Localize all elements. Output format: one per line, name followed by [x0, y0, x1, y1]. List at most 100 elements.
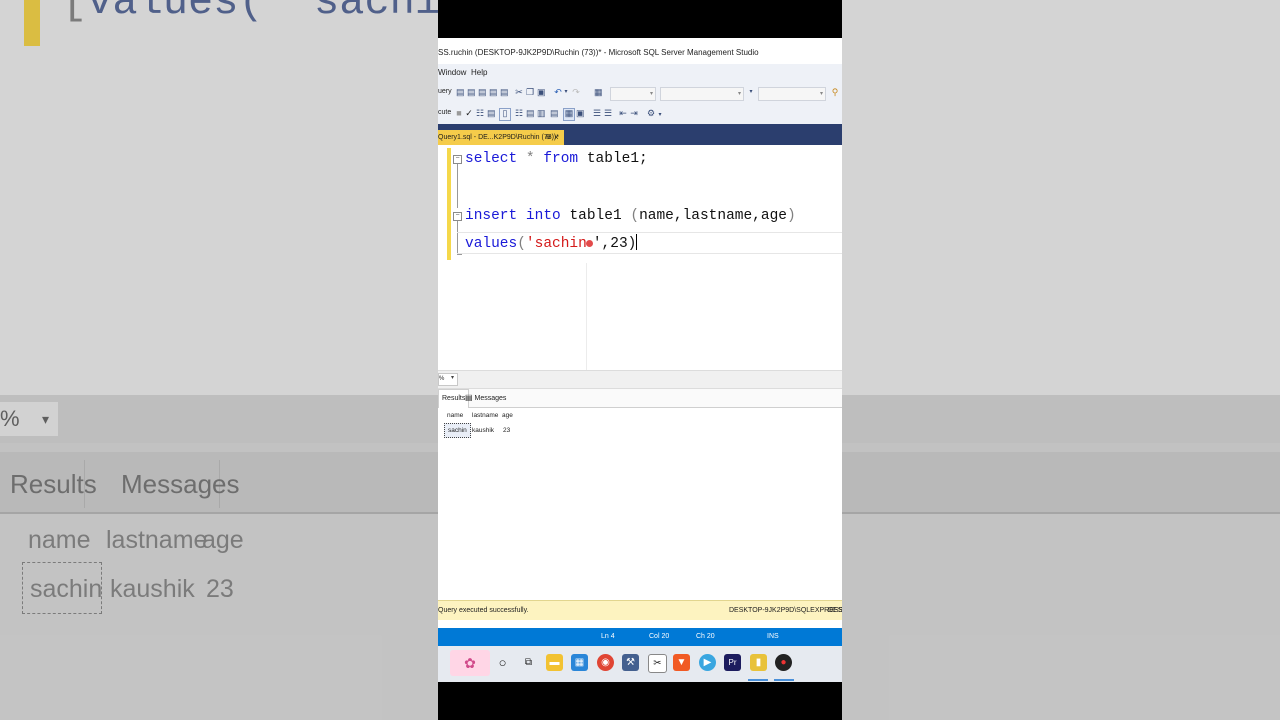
zoom-combo[interactable]: %	[438, 373, 458, 386]
find-combo[interactable]: ▾	[758, 87, 826, 101]
paren-open: (	[630, 208, 640, 224]
results-file-icon[interactable]: ▣	[576, 109, 585, 118]
zoom-dropdown-icon[interactable]: ▾	[451, 374, 454, 381]
collapse-icon[interactable]: −	[453, 212, 462, 221]
query-options-icon[interactable]: ▤	[487, 109, 496, 118]
client-stats-icon[interactable]: ▥	[537, 109, 546, 118]
undo-icon[interactable]: ↶	[554, 88, 562, 97]
column-header-name[interactable]: name	[447, 412, 463, 419]
line-number: Ln 4	[601, 633, 615, 640]
cell-age[interactable]: 23	[503, 427, 510, 434]
sticky-app-icon[interactable]: ▮	[750, 654, 767, 671]
status-extra: DESK	[828, 607, 842, 614]
pin-icon[interactable]: ⊕	[545, 130, 551, 145]
platform-combo[interactable]: ▾	[660, 87, 744, 101]
cell-name[interactable]: sachin	[448, 427, 467, 434]
toolbar-standard: uery ▤ ▤ ▤ ▤ ▤ ✂ ❐ ▣ ↶ ▾ ↷ ▦ ▾ ▾ ▾ ▾ ⚲	[438, 82, 842, 104]
new-query-icon[interactable]: ▤	[456, 88, 465, 97]
play-icon[interactable]: ▶	[699, 654, 716, 671]
undo-dropdown-icon[interactable]: ▾	[562, 88, 570, 97]
brave-icon[interactable]: ▼	[673, 654, 690, 671]
editor-position-bar: Ln 4 Col 20 Ch 20 INS	[438, 628, 842, 646]
solution-config-combo[interactable]: ▾	[610, 87, 656, 101]
menu-bar: Window Help	[438, 64, 842, 82]
increase-indent-icon[interactable]: ⇥	[630, 109, 638, 118]
screen-frame: SS.ruchin (DESKTOP-9JK2P9D\Ruchin (73))*…	[438, 0, 842, 720]
paren-close: )	[787, 208, 796, 224]
operator-star: *	[525, 151, 535, 167]
results-grid-icon[interactable]: ▦	[563, 108, 575, 121]
search-circle-icon[interactable]: ○	[494, 654, 511, 671]
uncomment-icon[interactable]: ☰	[604, 109, 612, 118]
code-line-4: values('sachin ',23)	[465, 234, 638, 254]
char-number: Ch 20	[696, 633, 715, 640]
snipping-tool-icon[interactable]: ✂	[648, 654, 667, 673]
new-query-label[interactable]: uery	[438, 88, 452, 95]
keyword-from: from	[543, 151, 579, 167]
estimated-plan-icon[interactable]: ☷	[476, 109, 484, 118]
redo-icon[interactable]: ↷	[572, 88, 580, 97]
cut-icon[interactable]: ✂	[515, 88, 523, 97]
results-text-icon[interactable]: ▤	[550, 109, 559, 118]
document-tabstrip: Query1.sql - DE...K2P9D\Ruchin (73))* ⊕ …	[438, 124, 842, 145]
collapse-icon[interactable]: −	[453, 155, 462, 164]
menu-help[interactable]: Help	[471, 68, 487, 77]
db-query-icon[interactable]: ▤	[467, 88, 476, 97]
toolbar-sql-editor: cute ■ ✓ ☷ ▤ ▯ ☷ ▤ ▥ ▤ ▦ ▣ ☰ ☰ ⇤ ⇥ ⚙ ▾	[438, 104, 842, 125]
title-bar: SS.ruchin (DESKTOP-9JK2P9D\Ruchin (73))*…	[438, 38, 842, 64]
cell-lastname[interactable]: kaushik	[472, 427, 494, 434]
code-line-1: select * from table1;	[465, 149, 648, 169]
paste-icon[interactable]: ▣	[537, 88, 546, 97]
comment-icon[interactable]: ☰	[593, 109, 601, 118]
specify-values-icon[interactable]: ⚙	[647, 109, 655, 118]
intellisense-icon[interactable]: ▯	[499, 108, 511, 121]
ssms-app-icon[interactable]: ⚒	[622, 654, 639, 671]
active-app-indicator	[774, 679, 794, 681]
execute-label[interactable]: cute	[438, 109, 451, 116]
store-icon[interactable]: ▦	[571, 654, 588, 671]
insert-mode: INS	[767, 633, 779, 640]
text-caret	[636, 234, 638, 250]
task-view-icon[interactable]: ⧉	[520, 654, 537, 671]
toolbar-overflow-icon[interactable]: ▾	[656, 111, 664, 120]
chrome-icon[interactable]: ◉	[597, 654, 614, 671]
tab-query1[interactable]: Query1.sql - DE...K2P9D\Ruchin (73))* ⊕ …	[438, 130, 564, 145]
query-editor[interactable]: − − select * from table1; insert into ta…	[438, 145, 842, 373]
record-icon[interactable]: ●	[775, 654, 792, 671]
dropdown-arrow-icon[interactable]: ▾	[747, 88, 755, 97]
cursor-highlight-icon	[585, 240, 593, 247]
outline-guide	[457, 164, 458, 208]
column-header-lastname[interactable]: lastname	[472, 412, 498, 419]
xmla-query-icon[interactable]: ▤	[500, 88, 509, 97]
zoom-value: %	[439, 376, 445, 382]
close-tab-icon[interactable]: ×	[554, 130, 559, 145]
mdx-query-icon[interactable]: ▤	[478, 88, 487, 97]
parse-check-icon[interactable]: ✓	[465, 109, 473, 118]
table-name: table1;	[586, 151, 648, 167]
tab-messages[interactable]: ▤ Messages	[465, 389, 506, 407]
results-grid	[438, 408, 842, 600]
windows-taskbar: ✿ ○ ⧉ ▬ ▦ ◉ ⚒ ✂ ▼ ▶ Pr ▮ ●	[438, 646, 842, 682]
query-status-bar: Query executed successfully. DESKTOP-9JK…	[438, 600, 842, 620]
keyword-insert: insert	[465, 208, 518, 224]
decrease-indent-icon[interactable]: ⇤	[619, 109, 627, 118]
actual-plan-icon[interactable]: ☷	[515, 109, 523, 118]
search-icon[interactable]: ⚲	[831, 88, 839, 97]
widgets-icon[interactable]: ✿	[450, 650, 490, 676]
premiere-icon[interactable]: Pr	[724, 654, 741, 671]
file-explorer-icon[interactable]: ▬	[546, 654, 563, 671]
stop-icon[interactable]: ■	[455, 109, 463, 118]
values-rest: ',23)	[592, 236, 637, 252]
status-message: Query executed successfully.	[438, 607, 529, 614]
paren-open: (	[517, 236, 526, 252]
menu-window[interactable]: Window	[438, 68, 466, 77]
code-line-3: insert into table1 (name,lastname,age)	[465, 206, 796, 226]
dmx-query-icon[interactable]: ▤	[489, 88, 498, 97]
column-header-age[interactable]: age	[502, 412, 513, 419]
solution-icon[interactable]: ▦	[594, 88, 603, 97]
column-number: Col 20	[649, 633, 670, 640]
copy-icon[interactable]: ❐	[526, 88, 534, 97]
keyword-select: select	[465, 151, 518, 167]
editor-guide-line	[586, 263, 587, 373]
live-stats-icon[interactable]: ▤	[526, 109, 535, 118]
